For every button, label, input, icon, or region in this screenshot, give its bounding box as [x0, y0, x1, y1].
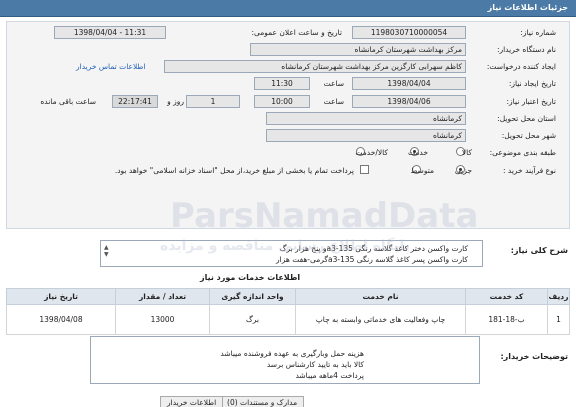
city-label: شهر محل تحویل: — [501, 131, 556, 140]
validity-date-field: 1398/04/06 — [352, 95, 466, 108]
need-date-label: تاریخ ایجاد نیاز: — [508, 79, 556, 88]
need-time-label: ساعت — [323, 79, 344, 88]
validity-date-label: تاریخ اعتبار نیاز: — [506, 97, 556, 106]
attachments-button[interactable]: مدارک و مستندات (0) — [220, 396, 305, 407]
validity-time-label: ساعت — [323, 97, 344, 106]
days-remaining-field: 1 — [186, 95, 240, 108]
remaining-label: ساعت باقی مانده — [40, 97, 96, 106]
payment-note: پرداخت تمام یا بخشی از مبلغ خرید،از محل … — [114, 166, 354, 175]
cell-service-name: چاپ وفعالیت های خدماتی وابسته به چاپ — [295, 304, 466, 335]
need-time-field: 11:30 — [254, 77, 310, 90]
note-line: پرداخت 4ماهه میباشد — [295, 371, 364, 380]
col-quantity: تعداد / مقدار — [115, 288, 210, 305]
city-field: کرمانشاه — [266, 129, 466, 142]
remaining-timer: 22:17:41 — [112, 95, 158, 108]
purchase-type-label: نوع فرآیند خرید : — [502, 166, 556, 175]
col-unit: واحد اندازه گیری — [209, 288, 296, 305]
scroll-arrows-icon[interactable]: ▲ ▼ — [104, 244, 109, 258]
description-line: کارت واکسن دختر کاغذ گلاسه رنگی 135-a3و … — [279, 244, 468, 253]
days-label: روز و — [167, 97, 184, 106]
category-option-goods: کالا — [461, 148, 472, 157]
note-line: هزینه حمل وبارگیری به عهده فروشنده میباش… — [220, 349, 364, 358]
page-title: جزئیات اطلاعات نیاز — [487, 3, 568, 12]
validity-time-field: 10:00 — [254, 95, 310, 108]
col-need-date: تاریخ نیاز — [6, 288, 116, 305]
col-code: کد خدمت — [465, 288, 548, 305]
category-option-goods-service: کالا/خدمت — [355, 148, 388, 157]
announce-date-label: تاریخ و ساعت اعلان عمومی: — [251, 28, 342, 37]
page-header: جزئیات اطلاعات نیاز — [0, 0, 576, 17]
description-box[interactable]: ▲ ▼ کارت واکسن دختر کاغذ گلاسه رنگی 135-a… — [100, 240, 483, 267]
creator-label: ایجاد کننده درخواست: — [486, 62, 556, 71]
cell-need-date: 1398/04/08 — [6, 304, 116, 335]
category-label: طبقه بندی موضوعی: — [489, 148, 556, 157]
creator-field: کاظم سهرابی کارگزین مرکز بهداشت شهرستان … — [164, 60, 466, 73]
col-row: ردیف — [547, 288, 570, 305]
cell-code: ب-18-181 — [465, 304, 548, 335]
purchase-option-medium: متوسط — [410, 166, 434, 175]
description-label: شرح کلی نیاز: — [510, 246, 568, 255]
note-line: کالا باید به تایید کارشناس برسد — [266, 360, 364, 369]
treasury-bonds-checkbox[interactable] — [360, 165, 369, 174]
category-option-service: خدمت — [408, 148, 428, 157]
items-section-title: اطلاعات خدمات مورد نیاز — [200, 273, 301, 282]
purchase-option-minor: جزیی — [454, 166, 472, 175]
cell-unit: برگ — [209, 304, 296, 335]
province-field: کرمانشاه — [266, 112, 466, 125]
buyer-notes-box[interactable]: هزینه حمل وبارگیری به عهده فروشنده میباش… — [90, 336, 480, 384]
buyer-info-button[interactable]: اطلاعات خریدار — [160, 396, 224, 407]
items-table: ردیف کد خدمت نام خدمت واحد اندازه گیری ت… — [6, 288, 570, 335]
need-date-field: 1398/04/04 — [352, 77, 466, 90]
province-label: استان محل تحویل: — [497, 114, 556, 123]
cell-row: 1 — [547, 304, 570, 335]
items-table-header: ردیف کد خدمت نام خدمت واحد اندازه گیری ت… — [6, 288, 570, 305]
description-line: کارت واکسن پسر کاغذ گلاسه رنگی a3-135گرم… — [276, 255, 468, 264]
notes-label: توضیحات خریدار: — [500, 352, 568, 361]
buyer-contact-link[interactable]: اطلاعات تماس خریدار — [76, 62, 146, 71]
buyer-org-field: مرکز بهداشت شهرستان کرمانشاه — [250, 43, 466, 56]
need-number-label: شماره نیاز: — [520, 28, 556, 37]
table-row: 1 ب-18-181 چاپ وفعالیت های خدماتی وابسته… — [6, 304, 570, 335]
col-service-name: نام خدمت — [295, 288, 466, 305]
cell-quantity: 13000 — [115, 304, 210, 335]
announce-date-field: 1398/04/04 - 11:31 — [54, 26, 166, 39]
buyer-org-label: نام دستگاه خریدار: — [496, 45, 556, 54]
need-number-field: 1198030710000054 — [352, 26, 466, 39]
